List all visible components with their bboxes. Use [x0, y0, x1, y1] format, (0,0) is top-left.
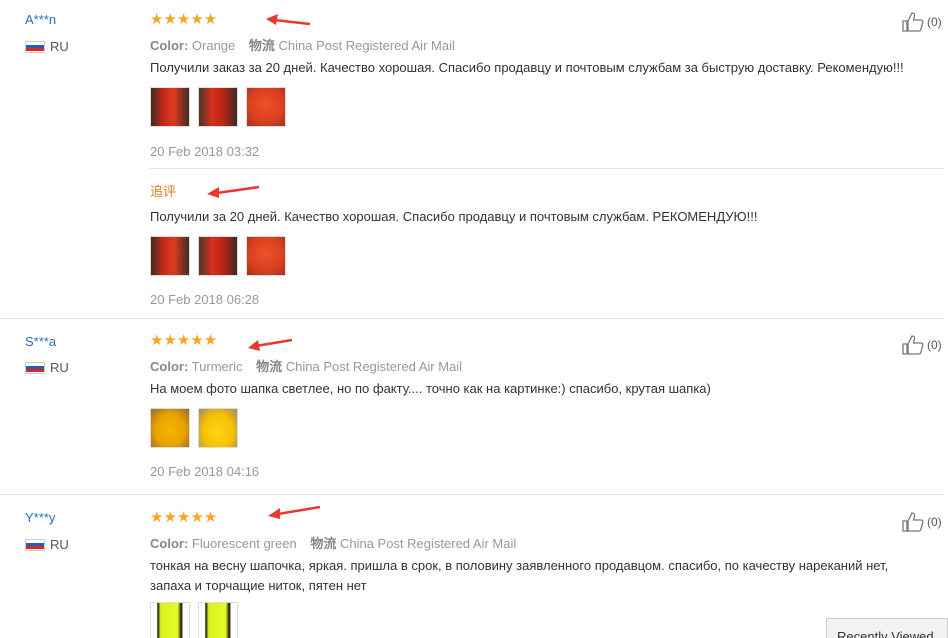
logistics-value: China Post Registered Air Mail	[278, 38, 455, 53]
review-photo[interactable]	[150, 602, 190, 638]
like-count: (0)	[927, 515, 942, 529]
review-photos	[150, 408, 238, 448]
red-arrow-icon	[207, 185, 260, 198]
follow-up-date: 20 Feb 2018 06:28	[150, 292, 260, 307]
review-photo[interactable]	[246, 87, 286, 127]
review-photo[interactable]	[150, 408, 190, 448]
review-photo[interactable]	[198, 408, 238, 448]
thumbs-up-icon	[902, 335, 924, 355]
helpful-button[interactable]: (0)	[902, 512, 942, 532]
review-text: тонкая на весну шапочка, яркая. пришла в…	[150, 556, 888, 596]
review-photo[interactable]	[198, 602, 238, 638]
rating-stars: ★★★★★	[150, 509, 218, 526]
review-photos	[150, 602, 238, 638]
like-count: (0)	[927, 338, 942, 352]
review-date: 20 Feb 2018 03:32	[150, 144, 260, 159]
like-count: (0)	[927, 15, 942, 29]
red-arrow-icon	[268, 505, 321, 519]
red-arrow-icon	[248, 338, 293, 351]
helpful-button[interactable]: (0)	[902, 12, 942, 32]
helpful-button[interactable]: (0)	[902, 335, 942, 355]
review-photo[interactable]	[150, 236, 190, 276]
logistics-label: 物流	[310, 536, 337, 551]
russia-flag-icon	[25, 361, 45, 374]
review-date: 20 Feb 2018 04:16	[150, 464, 260, 479]
divider	[0, 318, 944, 319]
rating-stars: ★★★★★	[150, 11, 218, 28]
reviewer-name[interactable]: Y***y	[25, 510, 55, 525]
logistics-label: 物流	[256, 359, 283, 374]
review-text-line: запаха и торчащие ниток, пятен нет	[150, 578, 367, 593]
follow-up-text: Получили за 20 дней. Качество хорошая. С…	[150, 209, 758, 224]
order-info: Color: Turmeric 物流 China Post Registered…	[150, 356, 462, 375]
color-value: Turmeric	[191, 359, 243, 374]
color-value: Fluorescent green	[191, 536, 297, 551]
logistics-label: 物流	[248, 38, 275, 53]
order-info: Color: Orange 物流 China Post Registered A…	[150, 35, 455, 54]
thumbs-up-icon	[902, 12, 924, 32]
logistics-value: China Post Registered Air Mail	[339, 536, 517, 551]
recently-viewed-tab[interactable]: Recently Viewed	[826, 618, 948, 638]
russia-flag-icon	[25, 40, 45, 53]
review-photos	[150, 87, 286, 127]
review-photo[interactable]	[198, 87, 238, 127]
red-arrow-icon	[266, 14, 311, 26]
thumbs-up-icon	[902, 512, 924, 532]
russia-flag-icon	[25, 538, 45, 551]
rating-stars: ★★★★★	[150, 332, 218, 349]
logistics-value: China Post Registered Air Mail	[285, 359, 463, 374]
review-text: Получили заказ за 20 дней. Качество хоро…	[150, 60, 904, 75]
reviewer-name[interactable]: S***a	[25, 334, 56, 349]
divider	[0, 494, 944, 495]
review-text: На моем фото шапка светлее, но по факту.…	[150, 381, 711, 396]
order-info: Color: Fluorescent green 物流 China Post R…	[150, 533, 516, 552]
reviewer-country: RU	[25, 360, 69, 375]
color-label: Color:	[150, 536, 189, 551]
reviewer-name[interactable]: A***n	[25, 12, 56, 27]
review-text-line: тонкая на весну шапочка, яркая. пришла в…	[150, 558, 889, 573]
color-label: Color:	[150, 38, 189, 53]
color-label: Color:	[150, 359, 189, 374]
review-photo[interactable]	[150, 87, 190, 127]
country-code: RU	[50, 360, 69, 375]
color-value: Orange	[191, 38, 236, 53]
country-code: RU	[50, 537, 69, 552]
reviewer-country: RU	[25, 537, 69, 552]
follow-up-photos	[150, 236, 286, 276]
follow-up-label: 追评	[150, 184, 177, 199]
reviewer-country: RU	[25, 39, 69, 54]
divider	[150, 168, 944, 169]
country-code: RU	[50, 39, 69, 54]
review-photo[interactable]	[246, 236, 286, 276]
review-photo[interactable]	[198, 236, 238, 276]
